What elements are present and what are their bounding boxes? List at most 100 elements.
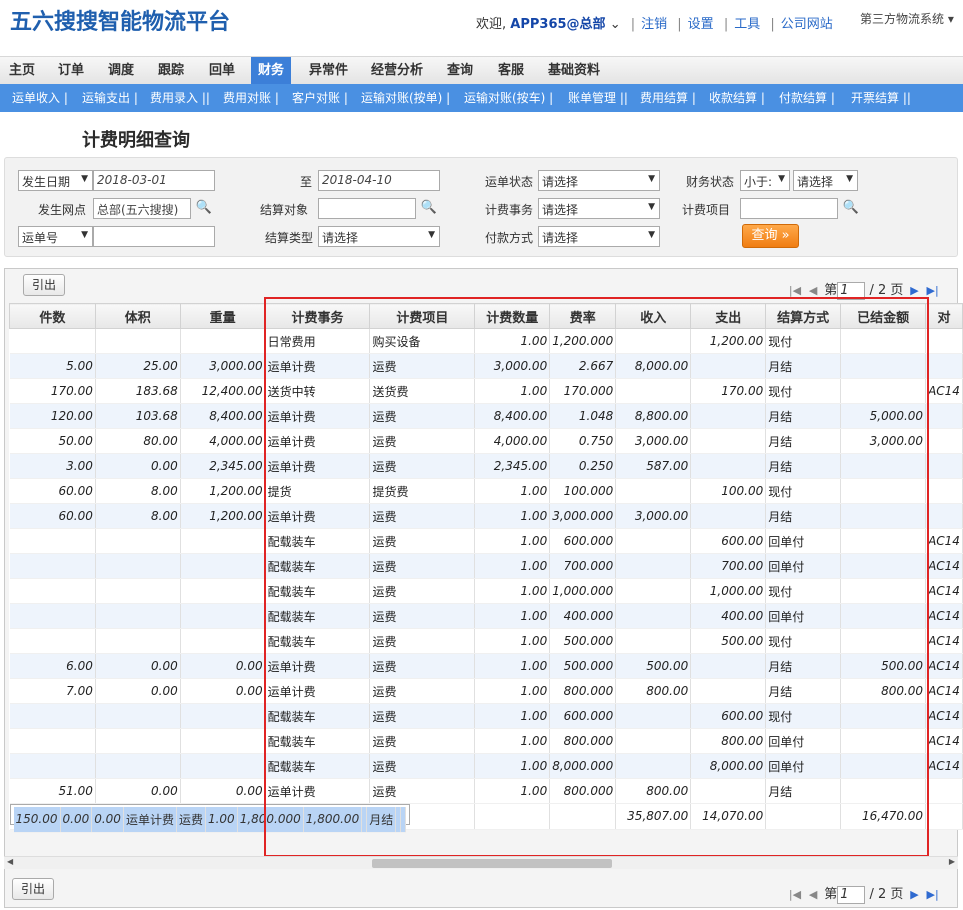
tools-link[interactable]: 工具 [734, 17, 760, 32]
column-header[interactable]: 件数 [9, 303, 96, 329]
table-row[interactable]: 配载装车 运费 1.00 400.000 400.00 回单付 AC14 [9, 603, 963, 629]
nav-basic-data[interactable]: 基础资料 [541, 57, 607, 85]
table-row[interactable]: 配载装车 运费 1.00 700.000 700.00 回单付 AC14 [9, 553, 963, 579]
subnav-fee-entry[interactable]: 费用录入 || [150, 84, 210, 112]
table-row[interactable]: 配载装车 运费 1.00 800.000 800.00 回单付 AC14 [9, 728, 963, 754]
table-cell: 3,000.00 [615, 428, 692, 454]
query-button[interactable]: 查询 » [742, 224, 799, 248]
settle-type-select[interactable]: 请选择 ▼ [318, 226, 440, 247]
nav-home[interactable]: 主页 [2, 57, 42, 85]
table-row[interactable]: 配载装车 运费 1.00 600.000 600.00 回单付 AC14 [9, 528, 963, 554]
page-input[interactable]: 1 [837, 885, 866, 904]
billing-item-select[interactable]: 请选择 ▼ [538, 198, 660, 219]
site-input[interactable]: 总部(五六搜搜) [93, 198, 191, 219]
table-cell: 运单计费 [265, 503, 371, 529]
export-button-bottom[interactable]: 引出 [12, 878, 54, 900]
current-user[interactable]: APP365@总部 [510, 17, 605, 32]
table-row[interactable]: 60.00 8.00 1,200.00 运单计费 运费 1.00 3,000.000 3,00… [9, 503, 963, 529]
table-cell [925, 478, 963, 504]
user-dropdown-icon[interactable]: ⌄ [610, 17, 621, 32]
scroll-right-icon[interactable]: ▶ [949, 857, 955, 866]
table-row[interactable]: 日常费用 购买设备 1.00 1,200.000 1,200.00 现付 [9, 328, 963, 354]
table-row[interactable]: 配载装车 运费 1.00 8,000.000 8,000.00 回单付 AC14 [9, 753, 963, 779]
pay-method-select[interactable]: 请选择 ▼ [538, 226, 660, 247]
scroll-left-icon[interactable]: ◀ [7, 857, 13, 866]
table-cell: 现付 [765, 628, 842, 654]
nav-dispatch[interactable]: 调度 [101, 57, 141, 85]
table-row[interactable]: 配载装车 运费 1.00 500.000 500.00 现付 AC14 [9, 628, 963, 654]
fee-item-lookup-icon[interactable]: 🔍 [842, 199, 860, 217]
table-row[interactable]: 配载装车 运费 1.00 600.000 600.00 现付 AC14 [9, 703, 963, 729]
table-row[interactable]: 3.00 0.00 2,345.00 运单计费 运费 2,345.00 0.250 587.0… [9, 453, 963, 479]
prev-page-icon[interactable]: ◀ [806, 284, 820, 297]
subnav-payment-settlement[interactable]: 付款结算 | [779, 84, 835, 112]
scroll-thumb[interactable] [372, 859, 612, 868]
column-header[interactable]: 计费事务 [264, 303, 371, 329]
subnav-transport-expense[interactable]: 运输支出 | [82, 84, 138, 112]
prev-page-icon[interactable]: ◀ [806, 888, 820, 901]
table-row[interactable]: 6.00 0.00 0.00 运单计费 运费 1.00 500.000 500.00 月结 500… [9, 653, 963, 679]
waybill-no-input[interactable] [93, 226, 215, 247]
subnav-invoice-settlement[interactable]: 开票结算 || [851, 84, 911, 112]
subnav-receipt-settlement[interactable]: 收款结算 | [709, 84, 765, 112]
nav-receipt[interactable]: 回单 [202, 57, 242, 85]
nav-analysis[interactable]: 经营分析 [364, 57, 430, 85]
system-select[interactable]: 第三方物流系统 ▾ [860, 10, 954, 27]
table-row[interactable]: 170.00 183.68 12,400.00 送货中转 送货费 1.00 170.000 1… [9, 378, 963, 404]
nav-tracking[interactable]: 跟踪 [151, 57, 191, 85]
nav-finance[interactable]: 财务 [251, 57, 292, 85]
table-row[interactable]: 51.00 0.00 0.00 运单计费 运费 1.00 800.000 800.00 月结 [9, 778, 963, 804]
column-header[interactable]: 已结金额 [840, 303, 927, 329]
table-row[interactable]: 150.00 0.00 0.00 运单计费 运费 1.00 1,800.000 1,800.0… [9, 804, 411, 833]
date-to-input[interactable]: 2018-04-10 [318, 170, 440, 191]
column-header[interactable]: 支出 [690, 303, 767, 329]
nav-exceptions[interactable]: 异常件 [302, 57, 355, 85]
table-row[interactable]: 7.00 0.00 0.00 运单计费 运费 1.00 800.000 800.00 月结 800… [9, 678, 963, 704]
column-header[interactable]: 费率 [549, 303, 617, 329]
column-header[interactable]: 体积 [94, 303, 181, 329]
table-row[interactable]: 120.00 103.68 8,400.00 运单计费 运费 8,400.00 1.048 8… [9, 403, 963, 429]
nav-service[interactable]: 客服 [491, 57, 531, 85]
first-page-icon[interactable]: |◀ [788, 284, 802, 297]
subnav-bill-management[interactable]: 账单管理 || [568, 84, 628, 112]
next-page-icon[interactable]: ▶ [908, 888, 922, 901]
table-row[interactable]: 5.00 25.00 3,000.00 运单计费 运费 3,000.00 2.667 8,00… [9, 353, 963, 379]
column-header[interactable]: 计费项目 [369, 303, 476, 329]
company-site-link[interactable]: 公司网站 [781, 17, 833, 32]
horizontal-scrollbar[interactable]: ◀ ▶ [4, 856, 958, 869]
logout-link[interactable]: 注销 [641, 17, 667, 32]
subnav-fee-settlement[interactable]: 费用结算 | [640, 84, 696, 112]
settings-link[interactable]: 设置 [688, 17, 714, 32]
column-header[interactable]: 收入 [615, 303, 692, 329]
last-page-icon[interactable]: ▶| [926, 888, 940, 901]
finance-op-select[interactable]: 小于: ▼ [740, 170, 790, 191]
table-row[interactable]: 50.00 80.00 4,000.00 运单计费 运费 4,000.00 0.750 3,0… [9, 428, 963, 454]
first-page-icon[interactable]: |◀ [788, 888, 802, 901]
waybill-no-type-select[interactable]: 运单号 ▼ [18, 226, 93, 247]
column-header[interactable]: 计费数量 [474, 303, 551, 329]
next-page-icon[interactable]: ▶ [908, 284, 922, 297]
date-from-input[interactable]: 2018-03-01 [93, 170, 215, 191]
column-header[interactable]: 重量 [179, 303, 266, 329]
column-header[interactable]: 对 [925, 303, 963, 329]
subnav-waybill-income[interactable]: 运单收入 | [12, 84, 68, 112]
page-input[interactable]: 1 [837, 281, 866, 300]
nav-orders[interactable]: 订单 [51, 57, 91, 85]
subnav-fee-reconcile[interactable]: 费用对账 | [223, 84, 279, 112]
settle-object-lookup-icon[interactable]: 🔍 [420, 199, 438, 217]
column-header[interactable]: 结算方式 [765, 303, 842, 329]
subnav-transport-reconcile-vehicle[interactable]: 运输对账(按车) | [464, 84, 553, 112]
table-row[interactable]: 配载装车 运费 1.00 1,000.000 1,000.00 现付 AC14 [9, 578, 963, 604]
finance-status-select[interactable]: 请选择 ▼ [793, 170, 858, 191]
subnav-customer-reconcile[interactable]: 客户对账 | [292, 84, 348, 112]
date-type-select[interactable]: 发生日期 ▼ [18, 170, 93, 191]
fee-item-input[interactable] [740, 198, 838, 219]
nav-query[interactable]: 查询 [440, 57, 480, 85]
site-lookup-icon[interactable]: 🔍 [195, 199, 213, 217]
settle-object-input[interactable] [318, 198, 416, 219]
waybill-status-select[interactable]: 请选择 ▼ [538, 170, 660, 191]
last-page-icon[interactable]: ▶| [926, 284, 940, 297]
export-button-top[interactable]: 引出 [23, 274, 65, 296]
table-row[interactable]: 60.00 8.00 1,200.00 提货 提货费 1.00 100.000 100.00 现… [9, 478, 963, 504]
subnav-transport-reconcile-order[interactable]: 运输对账(按单) | [361, 84, 450, 112]
